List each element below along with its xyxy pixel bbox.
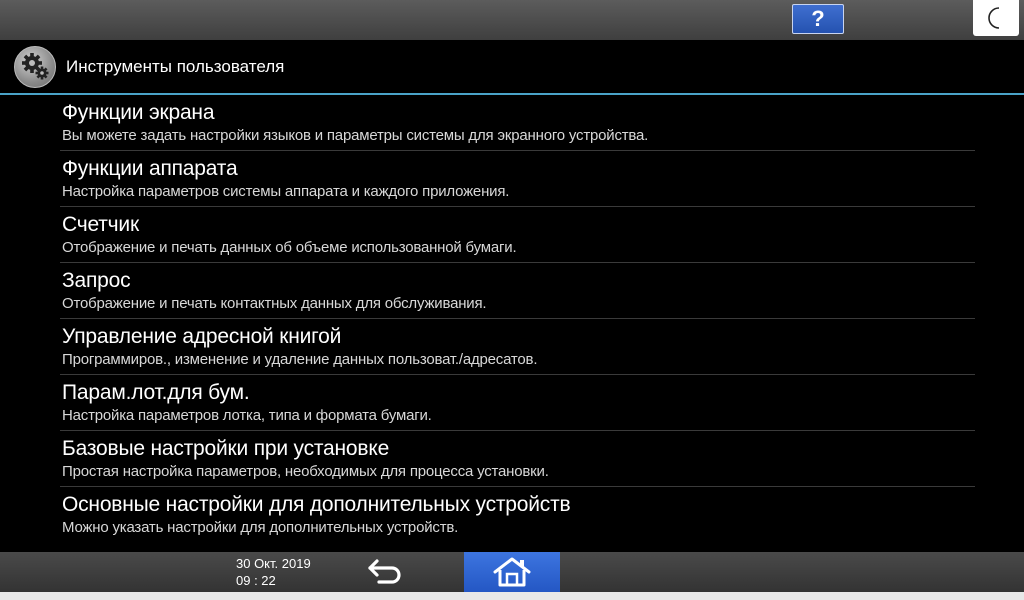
moon-icon <box>988 7 1000 29</box>
menu-item-title: Парам.лот.для бум. <box>62 381 250 404</box>
title-bar: Инструменты пользователя <box>0 40 1024 95</box>
date-text: 30 Окт. 2019 <box>236 556 311 571</box>
menu-item-description: Программиров., изменение и удаление данн… <box>62 351 538 368</box>
date-time: 30 Окт. 2019 09 : 22 <box>236 555 311 589</box>
time-text: 09 : 22 <box>236 573 276 588</box>
home-button[interactable] <box>464 552 560 592</box>
menu-item-description: Настройка параметров системы аппарата и … <box>62 183 510 200</box>
gear-icon <box>14 46 56 88</box>
menu-item-tray-paper-settings[interactable]: Парам.лот.для бум. Настройка параметров … <box>60 375 975 431</box>
menu-item-description: Настройка параметров лотка, типа и форма… <box>62 407 432 424</box>
page-title: Инструменты пользователя <box>66 57 285 76</box>
footer-strip <box>0 592 1024 600</box>
menu-item-description: Отображение и печать контактных данных д… <box>62 295 487 312</box>
back-arrow-icon <box>368 559 401 584</box>
menu-item-title: Счетчик <box>62 213 139 236</box>
menu-item-description: Можно указать настройки для дополнительн… <box>62 519 459 536</box>
menu-item-description: Простая настройка параметров, необходимы… <box>62 463 549 480</box>
menu-item-title: Основные настройки для дополнительных ус… <box>62 493 571 516</box>
menu-item-description: Вы можете задать настройки языков и пара… <box>62 127 649 144</box>
menu-item-address-book[interactable]: Управление адресной книгой Программиров.… <box>60 319 975 375</box>
menu-item-counter[interactable]: Счетчик Отображение и печать данных об о… <box>60 207 975 263</box>
back-button[interactable] <box>360 554 410 590</box>
home-icon <box>493 557 531 587</box>
menu-item-inquiry[interactable]: Запрос Отображение и печать контактных д… <box>60 263 975 319</box>
menu-item-title: Базовые настройки при установке <box>62 437 390 460</box>
menu-item-title: Управление адресной книгой <box>62 325 342 348</box>
screen: ? Инструменты пользователя Функции экран… <box>0 0 1024 600</box>
menu-list: Функции экрана Вы можете задать настройк… <box>0 95 1024 552</box>
bottom-bar: 30 Окт. 2019 09 : 22 <box>0 552 1024 592</box>
menu-item-screen-features[interactable]: Функции экрана Вы можете задать настройк… <box>60 95 975 151</box>
menu-item-title: Функции экрана <box>62 101 215 124</box>
menu-item-basic-setup[interactable]: Базовые настройки при установке Простая … <box>60 431 975 487</box>
menu-item-title: Запрос <box>62 269 131 292</box>
menu-item-description: Отображение и печать данных об объеме ис… <box>62 239 517 256</box>
status-bar: ? <box>0 0 1024 41</box>
menu-item-title: Функции аппарата <box>62 157 238 180</box>
energy-saver-button[interactable] <box>973 0 1019 36</box>
menu-item-machine-features[interactable]: Функции аппарата Настройка параметров си… <box>60 151 975 207</box>
help-button[interactable]: ? <box>792 4 844 34</box>
menu-item-optional-devices[interactable]: Основные настройки для дополнительных ус… <box>60 487 975 543</box>
